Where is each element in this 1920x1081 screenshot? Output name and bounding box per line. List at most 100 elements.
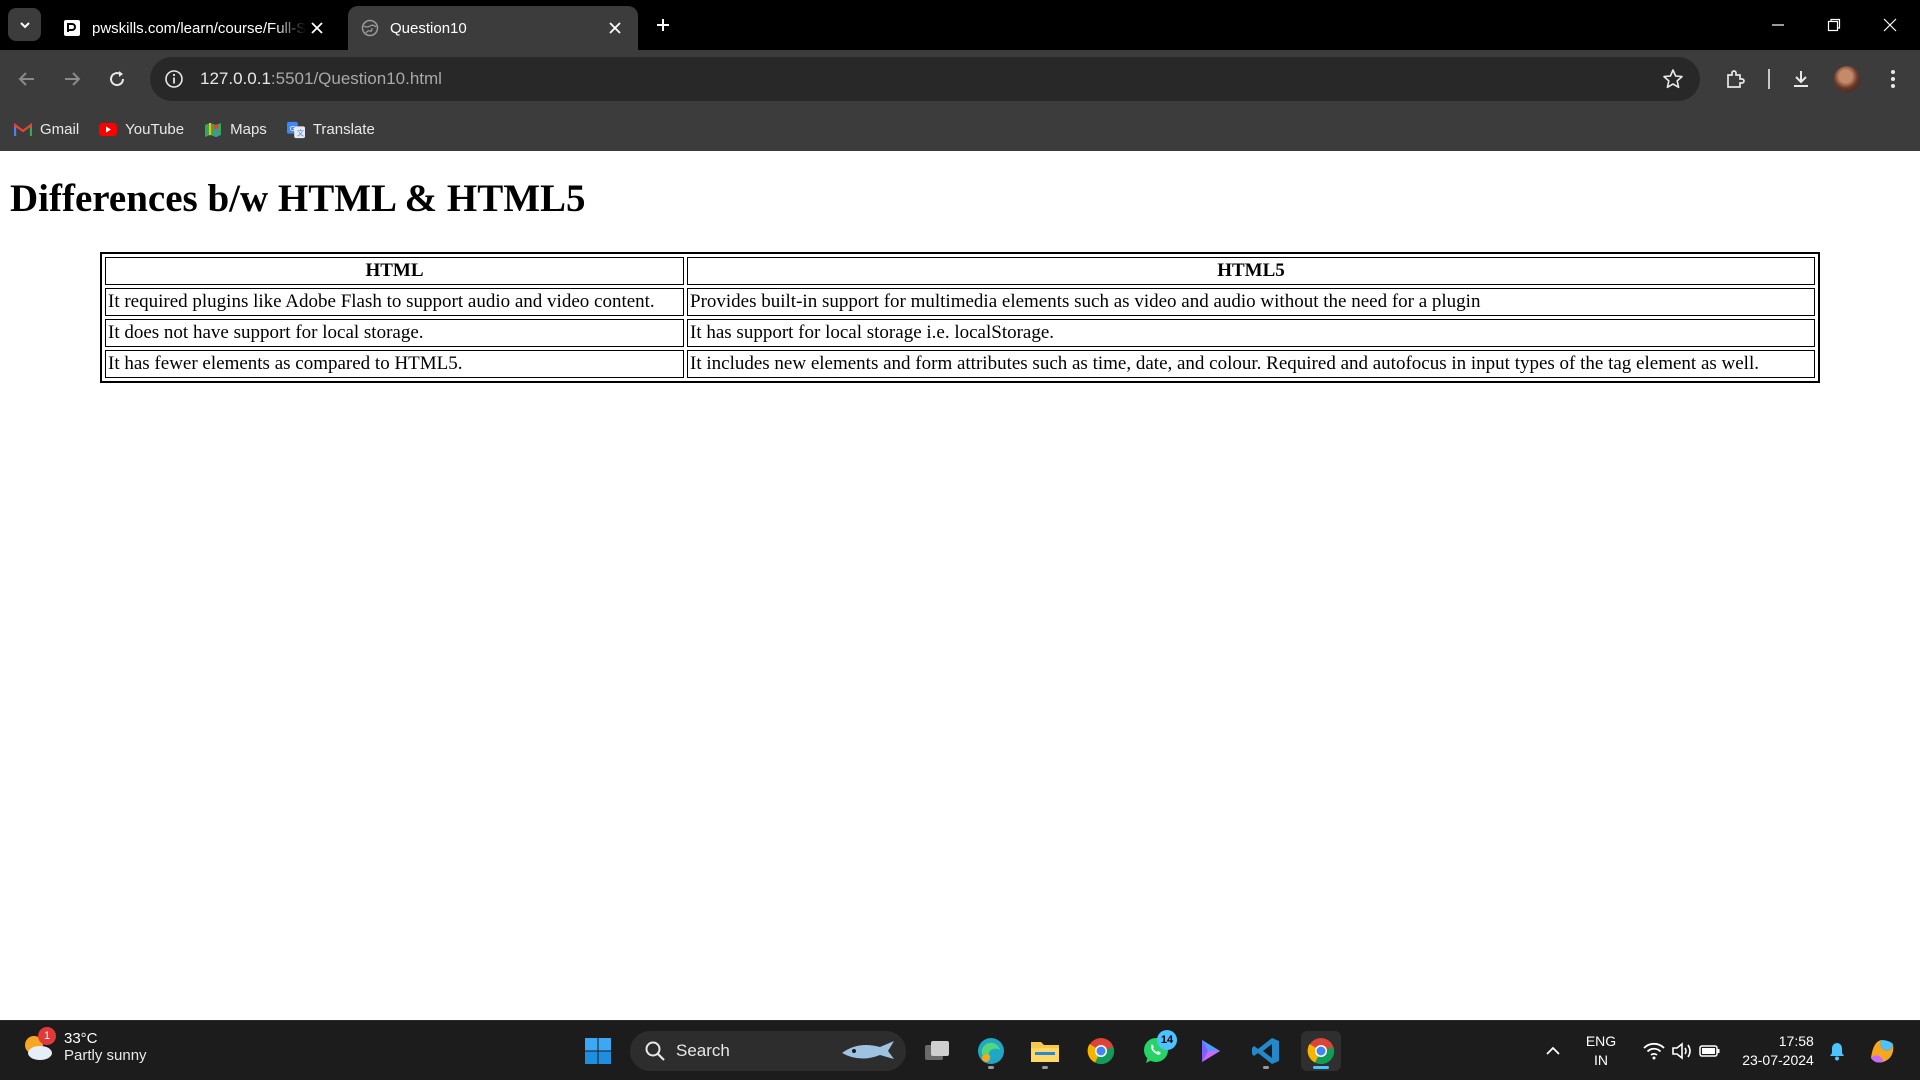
address-bar[interactable]: 127.0.0.1:5501/Question10.html xyxy=(150,57,1700,101)
table-cell: It has fewer elements as compared to HTM… xyxy=(105,350,684,378)
table-row: It has fewer elements as compared to HTM… xyxy=(105,350,1815,378)
maps-icon xyxy=(204,121,222,139)
language-code: ENG xyxy=(1585,1033,1617,1049)
svg-text:文: 文 xyxy=(297,128,304,137)
site-info-icon[interactable] xyxy=(156,61,192,97)
tab-pwskills[interactable]: pwskills.com/learn/course/Full-Stack xyxy=(50,6,340,50)
table-header-html: HTML xyxy=(105,257,684,285)
bookmarks-bar: Gmail YouTube Maps G文 Translate xyxy=(0,108,1920,151)
tab-title: pwskills.com/learn/course/Full-Stack xyxy=(92,19,306,37)
url-path: :5501/Question10.html xyxy=(270,69,442,88)
tab-title: Question10 xyxy=(390,19,467,37)
search-label: Search xyxy=(676,1041,730,1060)
bell-icon xyxy=(1830,1043,1844,1061)
copilot-pre-button[interactable] xyxy=(1862,1021,1902,1081)
language-indicator[interactable]: ENG IN xyxy=(1576,1021,1626,1081)
plus-icon xyxy=(657,19,669,31)
taskbar-app-edge[interactable] xyxy=(971,1031,1011,1071)
avatar xyxy=(1834,66,1860,92)
extensions-icon[interactable] xyxy=(1718,62,1752,96)
weather-widget[interactable]: 1 33°C Partly sunny xyxy=(20,1027,147,1065)
table-header-row: HTML HTML5 xyxy=(105,257,1815,285)
translate-icon: G文 xyxy=(286,121,305,139)
restore-button[interactable] xyxy=(1806,0,1862,50)
svg-text:G: G xyxy=(290,123,296,132)
tab-search-button[interactable] xyxy=(8,8,41,41)
new-tab-button[interactable] xyxy=(650,12,676,38)
bookmark-gmail[interactable]: Gmail xyxy=(14,121,79,139)
copilot-icon xyxy=(1202,1040,1220,1062)
taskbar-app-whatsapp[interactable]: 14 xyxy=(1136,1030,1177,1071)
close-window-button[interactable] xyxy=(1862,0,1918,50)
download-icon[interactable] xyxy=(1784,62,1818,96)
clock-date: 23-07-2024 xyxy=(1742,1052,1814,1068)
profile-avatar[interactable] xyxy=(1830,62,1864,96)
globe-icon xyxy=(360,18,380,38)
chrome-icon xyxy=(1307,1038,1335,1065)
taskbar: 1 33°C Partly sunny Search 14 ENG IN 17:… xyxy=(0,1020,1920,1080)
table-header-html5: HTML5 xyxy=(687,257,1815,285)
taskbar-app-vscode[interactable] xyxy=(1246,1031,1286,1071)
active-indicator xyxy=(1313,1066,1329,1069)
youtube-icon xyxy=(99,121,118,139)
url-text: 127.0.0.1:5501/Question10.html xyxy=(200,69,442,89)
battery-icon xyxy=(1699,1045,1720,1057)
search-icon xyxy=(645,1041,665,1061)
taskbar-search[interactable]: Search xyxy=(630,1031,906,1071)
arrow-right-icon xyxy=(65,72,81,86)
pwskills-favicon-icon xyxy=(62,18,82,38)
vscode-icon xyxy=(1252,1038,1279,1064)
quick-settings-button[interactable] xyxy=(1632,1021,1732,1081)
page-title: Differences b/w HTML & HTML5 xyxy=(10,177,586,220)
volume-icon xyxy=(1672,1042,1691,1060)
reload-button[interactable] xyxy=(100,62,134,96)
taskbar-app-copilot[interactable] xyxy=(1191,1031,1231,1071)
clock-time: 17:58 xyxy=(1778,1033,1814,1049)
browser-toolbar: 127.0.0.1:5501/Question10.html xyxy=(0,50,1920,108)
bookmark-youtube[interactable]: YouTube xyxy=(99,121,184,139)
page-content: Differences b/w HTML & HTML5 HTML HTML5 … xyxy=(0,151,1920,1020)
arrow-left-icon xyxy=(18,72,34,86)
chevron-down-icon xyxy=(19,21,30,28)
taskbar-app-file-explorer[interactable] xyxy=(1025,1031,1065,1071)
language-region: IN xyxy=(1594,1052,1608,1068)
gmail-icon xyxy=(14,121,32,139)
copilot-pre-icon xyxy=(1871,1040,1894,1063)
search-highlight-icon xyxy=(842,1041,894,1059)
minimize-button[interactable] xyxy=(1750,0,1806,50)
taskbar-app-chrome-active[interactable] xyxy=(1301,1031,1341,1071)
task-view-button[interactable] xyxy=(917,1031,957,1071)
table-row: It does not have support for local stora… xyxy=(105,319,1815,347)
table-row: It required plugins like Adobe Flash to … xyxy=(105,288,1815,316)
running-indicator xyxy=(1263,1066,1269,1069)
taskbar-app-chrome[interactable] xyxy=(1081,1031,1121,1071)
show-hidden-icons-button[interactable] xyxy=(1538,1021,1568,1081)
chevron-up-icon xyxy=(1546,1046,1560,1055)
tab-question10[interactable]: Question10 xyxy=(348,6,638,50)
restore-icon xyxy=(1827,18,1841,32)
clock[interactable]: 17:58 23-07-2024 xyxy=(1736,1021,1820,1081)
back-button[interactable] xyxy=(10,62,44,96)
forward-button[interactable] xyxy=(55,62,89,96)
bookmark-star-icon[interactable] xyxy=(1660,66,1686,92)
table-cell: It required plugins like Adobe Flash to … xyxy=(105,288,684,316)
start-button[interactable] xyxy=(578,1031,618,1071)
bookmark-maps[interactable]: Maps xyxy=(204,121,267,139)
url-host: 127.0.0.1 xyxy=(200,69,271,88)
task-view-icon xyxy=(925,1041,949,1060)
menu-kebab-icon[interactable] xyxy=(1876,62,1910,96)
wifi-icon xyxy=(1643,1042,1665,1060)
bookmark-translate[interactable]: G文 Translate xyxy=(286,121,375,139)
table-cell: It has support for local storage i.e. lo… xyxy=(687,319,1815,347)
folder-icon xyxy=(1031,1042,1059,1062)
partly-sunny-icon: 1 xyxy=(20,1027,56,1065)
close-icon[interactable] xyxy=(306,17,328,39)
edge-icon xyxy=(978,1038,1004,1064)
tab-strip: pwskills.com/learn/course/Full-Stack Que… xyxy=(0,0,1920,50)
bookmark-label: Maps xyxy=(230,121,267,138)
weather-badge: 1 xyxy=(38,1027,56,1045)
bookmark-label: Translate xyxy=(312,121,375,138)
notifications-button[interactable] xyxy=(1822,1021,1852,1081)
close-icon[interactable] xyxy=(604,17,626,39)
running-indicator xyxy=(988,1066,994,1069)
